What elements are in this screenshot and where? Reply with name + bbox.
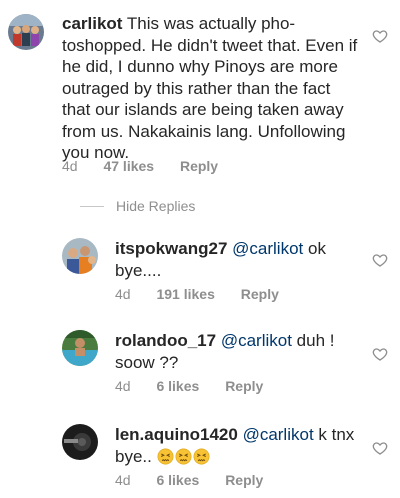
reply-reply-button[interactable]: Reply bbox=[225, 472, 263, 488]
heart-outline-icon[interactable] bbox=[372, 440, 388, 456]
comment-reply-button[interactable]: Reply bbox=[180, 158, 218, 174]
reply-meta: 4d 6 likes Reply bbox=[115, 472, 285, 488]
reply-time: 4d bbox=[115, 472, 131, 488]
avatar-itspokwang27[interactable] bbox=[62, 238, 98, 274]
reply-text: rolandoo_17 @carlikot duh ! soow ?? bbox=[115, 330, 365, 373]
reply-mention[interactable]: @carlikot bbox=[221, 331, 292, 350]
reply-mention[interactable]: @carlikot bbox=[232, 239, 303, 258]
comment-body: This was actually pho-toshopped. He didn… bbox=[62, 14, 358, 162]
comment-time: 4d bbox=[62, 158, 78, 174]
comment-likes[interactable]: 47 likes bbox=[103, 158, 154, 174]
reply-reply-button[interactable]: Reply bbox=[241, 286, 279, 302]
reply-username[interactable]: rolandoo_17 bbox=[115, 331, 216, 350]
comment-meta: 4d 47 likes Reply bbox=[62, 158, 240, 174]
hide-replies-button[interactable]: Hide Replies bbox=[80, 198, 195, 214]
confounded-face-emoji bbox=[157, 448, 174, 465]
reply-meta: 4d 6 likes Reply bbox=[115, 378, 285, 394]
reply-username[interactable]: len.aquino1420 bbox=[115, 425, 238, 444]
hide-replies-label: Hide Replies bbox=[116, 198, 196, 214]
comment-username[interactable]: carlikot bbox=[62, 14, 122, 33]
confounded-face-emoji bbox=[175, 448, 192, 465]
heart-outline-icon[interactable] bbox=[372, 252, 388, 268]
reply-time: 4d bbox=[115, 378, 131, 394]
reply-likes[interactable]: 6 likes bbox=[156, 472, 199, 488]
reply-meta: 4d 191 likes Reply bbox=[115, 286, 301, 302]
reply-text: len.aquino1420 @carlikot k tnx bye.. bbox=[115, 424, 365, 467]
reply-likes[interactable]: 191 likes bbox=[156, 286, 214, 302]
divider-line bbox=[80, 205, 104, 207]
comment-text: carlikot This was actually pho-toshopped… bbox=[62, 13, 362, 164]
avatar-carlikot[interactable] bbox=[8, 14, 44, 50]
heart-outline-icon[interactable] bbox=[372, 346, 388, 362]
avatar-len-aquino1420[interactable] bbox=[62, 424, 98, 460]
emoji-row bbox=[157, 447, 211, 466]
reply-time: 4d bbox=[115, 286, 131, 302]
reply-reply-button[interactable]: Reply bbox=[225, 378, 263, 394]
confounded-face-emoji bbox=[193, 448, 210, 465]
reply-likes[interactable]: 6 likes bbox=[156, 378, 199, 394]
avatar-rolandoo_17[interactable] bbox=[62, 330, 98, 366]
reply-text: itspokwang27 @carlikot ok bye.... bbox=[115, 238, 365, 281]
reply-username[interactable]: itspokwang27 bbox=[115, 239, 227, 258]
heart-outline-icon[interactable] bbox=[372, 28, 388, 44]
reply-mention[interactable]: @carlikot bbox=[243, 425, 314, 444]
